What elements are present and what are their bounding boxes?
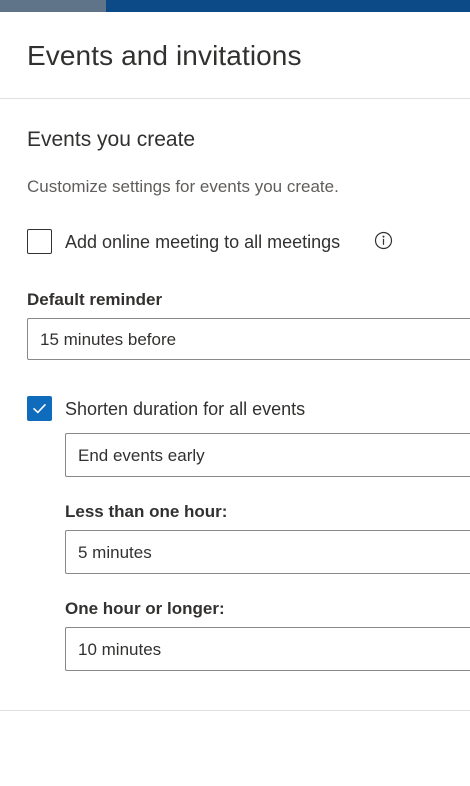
page-title: Events and invitations — [27, 40, 302, 71]
less-than-hour-label: Less than one hour: — [65, 502, 228, 521]
default-reminder-value: 15 minutes before — [40, 330, 177, 349]
panel-header: Events and invitations — [0, 12, 470, 99]
hour-or-longer-value: 10 minutes — [78, 640, 162, 659]
section-description: Customize settings for events you create… — [27, 177, 339, 196]
info-icon[interactable] — [374, 231, 393, 250]
section-title: Events you create — [27, 128, 196, 151]
less-than-hour-value: 5 minutes — [78, 543, 152, 562]
footer-divider — [0, 710, 470, 711]
online-meeting-checkbox[interactable] — [27, 229, 52, 254]
shorten-mode-value: End events early — [78, 446, 205, 465]
default-reminder-label: Default reminder — [27, 290, 163, 309]
shorten-duration-label[interactable]: Shorten duration for all events — [65, 399, 305, 420]
top-bar-tab[interactable] — [0, 0, 106, 12]
shorten-mode-dropdown[interactable]: End events early — [65, 433, 470, 477]
online-meeting-label[interactable]: Add online meeting to all meetings — [65, 232, 340, 253]
shorten-duration-checkbox[interactable] — [27, 396, 52, 421]
checkmark-icon — [33, 404, 46, 414]
hour-or-longer-label: One hour or longer: — [65, 599, 225, 618]
less-than-hour-dropdown[interactable]: 5 minutes — [65, 530, 470, 574]
default-reminder-dropdown[interactable]: 15 minutes before — [27, 318, 470, 360]
top-bar — [0, 0, 470, 12]
hour-or-longer-dropdown[interactable]: 10 minutes — [65, 627, 470, 671]
